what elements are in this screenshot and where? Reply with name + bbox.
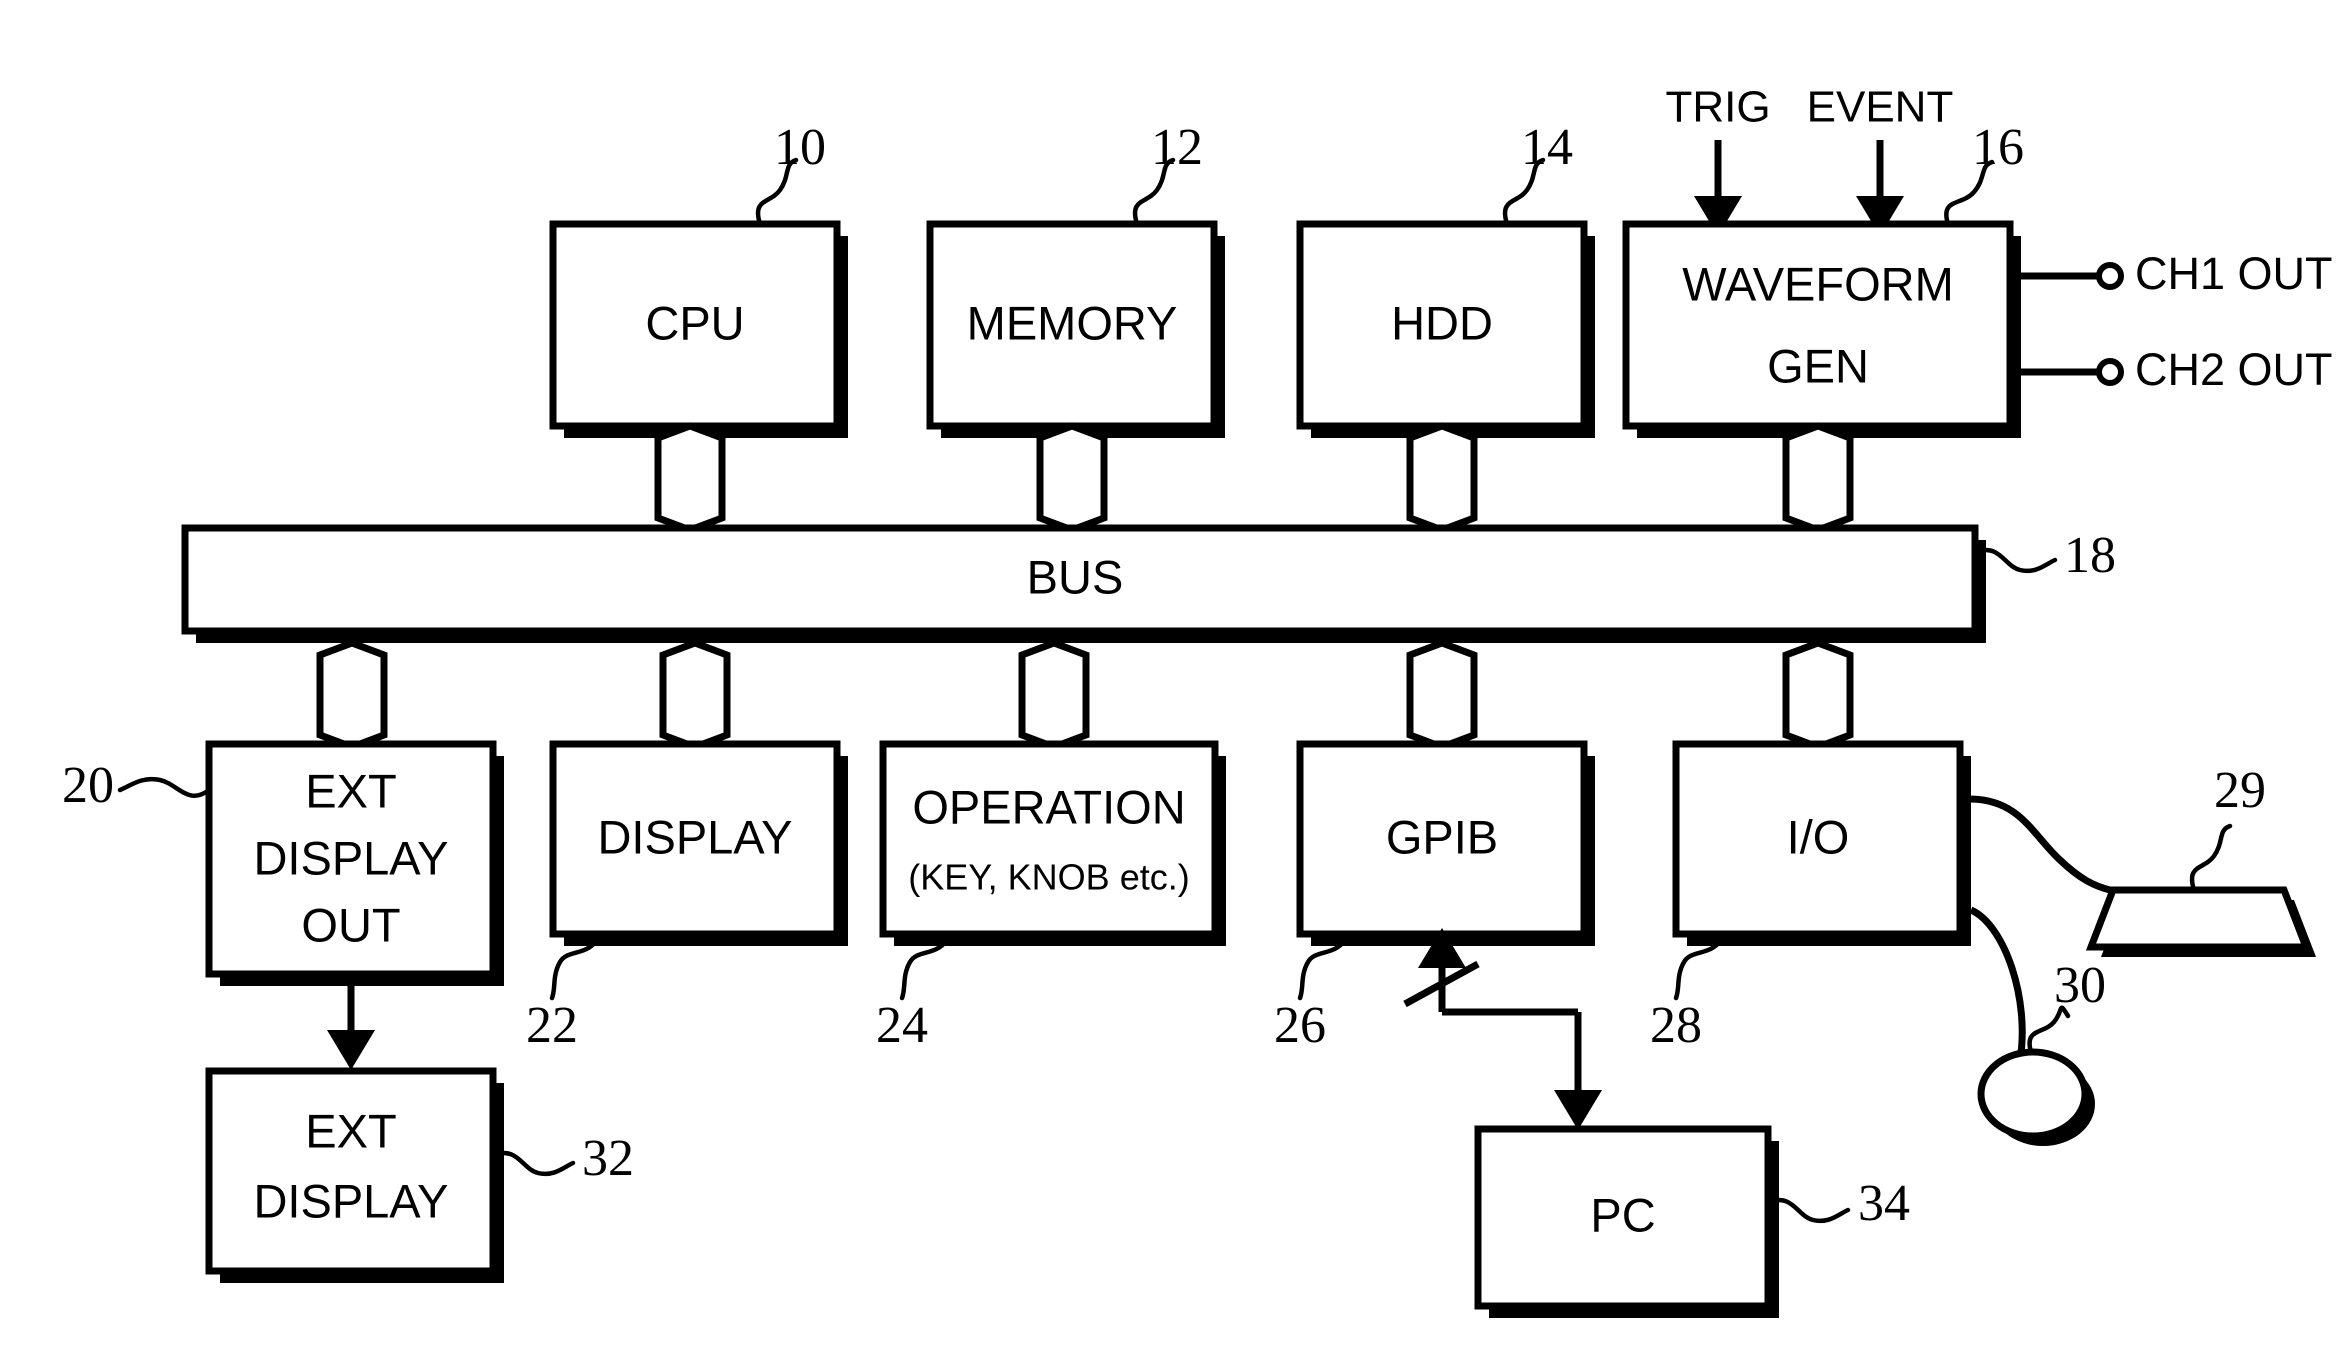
arrow-gpib-pc bbox=[1403, 928, 1602, 1130]
bus-connector-display bbox=[659, 639, 731, 751]
ref-number-20: 20 bbox=[62, 757, 114, 814]
port-ch2-out[interactable]: CH2 OUT bbox=[2021, 344, 2333, 395]
event-label: EVENT bbox=[1807, 83, 1954, 132]
bus-connector-operation bbox=[1018, 639, 1090, 751]
ref-number-26: 26 bbox=[1274, 997, 1326, 1054]
ch2-out-label: CH2 OUT bbox=[2135, 344, 2333, 395]
keyboard-cable bbox=[1970, 795, 2111, 894]
block-ext-display-out-label-line1: EXT bbox=[305, 764, 396, 817]
block-display[interactable]: DISPLAY bbox=[549, 740, 848, 946]
block-bus[interactable]: BUS bbox=[181, 524, 1986, 643]
block-pc-label: PC bbox=[1590, 1188, 1655, 1241]
ref-number-22: 22 bbox=[526, 997, 578, 1054]
block-cpu-label: CPU bbox=[645, 296, 744, 349]
ref-leader-14: 14 bbox=[1502, 119, 1573, 227]
ref-leader-29: 29 bbox=[2189, 762, 2266, 893]
bus-connector-hdd bbox=[1406, 422, 1478, 534]
ref-number-29: 29 bbox=[2214, 762, 2266, 819]
ref-leader-20: 20 bbox=[62, 757, 212, 814]
bus-connector-waveform-gen bbox=[1782, 422, 1854, 534]
ref-leader-10: 10 bbox=[755, 119, 826, 227]
ref-leader-12: 12 bbox=[1132, 119, 1203, 227]
block-pc[interactable]: PC bbox=[1474, 1125, 1779, 1318]
bus-connector-memory bbox=[1036, 422, 1108, 534]
arrow-ext-display-out-to-ext-display bbox=[327, 974, 375, 1070]
ref-number-16: 16 bbox=[1972, 119, 2024, 176]
block-cpu[interactable]: CPU bbox=[549, 220, 848, 438]
block-display-label: DISPLAY bbox=[597, 810, 792, 863]
trig-signal-group: TRIG bbox=[1665, 83, 1771, 236]
patent-figure: TRIG EVENT CPU 10 MEMORY 12 HDD 14 WAVEF… bbox=[0, 0, 2348, 1362]
block-waveform-gen-label-line1: WAVEFORM bbox=[1682, 257, 1954, 310]
ref-number-24: 24 bbox=[876, 997, 928, 1054]
block-ext-display-out[interactable]: EXT DISPLAY OUT bbox=[205, 740, 504, 986]
block-waveform-gen-label-line2: GEN bbox=[1767, 339, 1869, 392]
block-operation[interactable]: OPERATION (KEY, KNOB etc.) bbox=[879, 740, 1226, 946]
ref-leader-18: 18 bbox=[1972, 527, 2116, 584]
event-signal-group: EVENT bbox=[1807, 83, 1954, 236]
ref-leader-32: 32 bbox=[490, 1130, 634, 1187]
block-diagram-canvas: TRIG EVENT CPU 10 MEMORY 12 HDD 14 WAVEF… bbox=[62, 83, 2333, 1318]
block-bus-label: BUS bbox=[1027, 550, 1124, 603]
block-operation-label-line2: (KEY, KNOB etc.) bbox=[908, 857, 1189, 898]
ref-number-28: 28 bbox=[1650, 997, 1702, 1054]
trig-label: TRIG bbox=[1665, 83, 1770, 132]
block-ext-display-out-label-line3: OUT bbox=[301, 898, 400, 951]
block-io-label: I/O bbox=[1787, 810, 1850, 863]
ref-number-34: 34 bbox=[1858, 1175, 1910, 1232]
ref-leader-30: 30 bbox=[2027, 957, 2106, 1055]
ref-number-30: 30 bbox=[2054, 957, 2106, 1014]
block-memory[interactable]: MEMORY bbox=[926, 220, 1225, 438]
ref-leader-34: 34 bbox=[1765, 1175, 1910, 1232]
ref-number-18: 18 bbox=[2064, 527, 2116, 584]
ref-number-10: 10 bbox=[774, 119, 826, 176]
block-io[interactable]: I/O bbox=[1672, 740, 1971, 946]
ref-leader-26: 26 bbox=[1274, 931, 1351, 1054]
block-ext-display-label-line2: DISPLAY bbox=[253, 1174, 448, 1227]
ref-leader-22: 22 bbox=[526, 931, 603, 1054]
ch1-out-label: CH1 OUT bbox=[2135, 248, 2333, 299]
ref-number-12: 12 bbox=[1151, 119, 1203, 176]
port-ch1-out[interactable]: CH1 OUT bbox=[2021, 248, 2333, 299]
bus-connector-cpu bbox=[654, 422, 726, 534]
bus-connector-ext-display-out bbox=[316, 639, 388, 751]
block-hdd[interactable]: HDD bbox=[1296, 220, 1595, 438]
block-operation-label-line1: OPERATION bbox=[912, 780, 1185, 833]
block-ext-display-label-line1: EXT bbox=[305, 1104, 396, 1157]
ref-number-32: 32 bbox=[582, 1130, 634, 1187]
bus-connector-io bbox=[1782, 639, 1854, 751]
bus-connector-gpib bbox=[1406, 639, 1478, 751]
device-keyboard bbox=[2085, 886, 2316, 957]
block-ext-display[interactable]: EXT DISPLAY bbox=[205, 1067, 504, 1283]
block-waveform-gen[interactable]: WAVEFORM GEN bbox=[1622, 220, 2021, 438]
device-mouse bbox=[1977, 1048, 2095, 1146]
block-gpib-label: GPIB bbox=[1386, 810, 1498, 863]
ref-leader-28: 28 bbox=[1650, 931, 1727, 1054]
ref-leader-24: 24 bbox=[876, 931, 953, 1054]
block-memory-label: MEMORY bbox=[967, 296, 1178, 349]
block-ext-display-out-label-line2: DISPLAY bbox=[253, 831, 448, 884]
ref-number-14: 14 bbox=[1521, 119, 1573, 176]
ref-leader-16: 16 bbox=[1944, 119, 2024, 227]
block-gpib[interactable]: GPIB bbox=[1296, 740, 1595, 946]
block-hdd-label: HDD bbox=[1391, 296, 1493, 349]
